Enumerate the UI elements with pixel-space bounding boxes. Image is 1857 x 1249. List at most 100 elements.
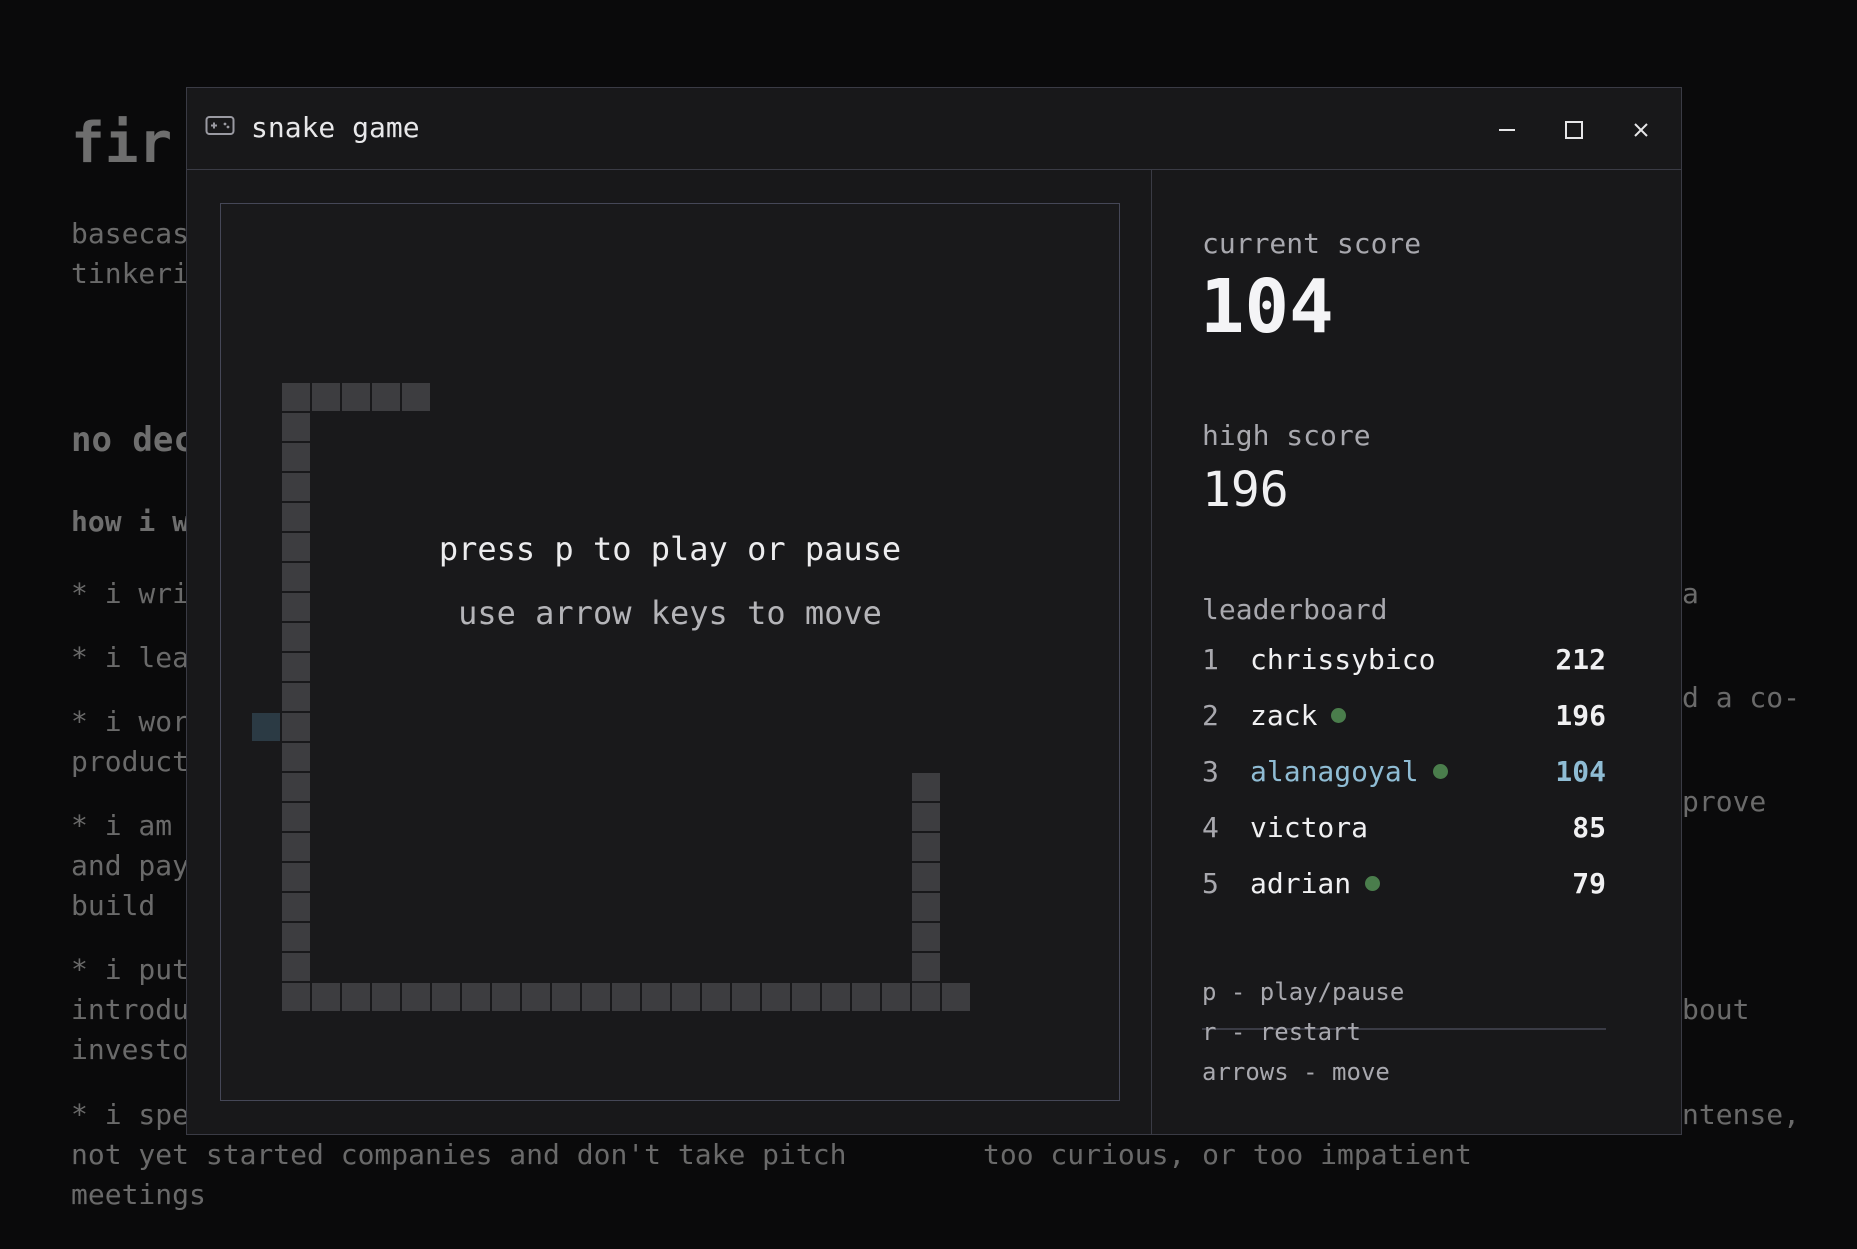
intro-text: basecas — [71, 217, 190, 250]
snake-segment — [312, 383, 340, 411]
right-column-text: ntense, — [1682, 1098, 1801, 1131]
leaderboard-player-name: victora — [1250, 811, 1369, 844]
list-item: not yet started companies and don't take… — [71, 1138, 847, 1171]
current-score-label: current score — [1202, 227, 1422, 260]
window-title: snake game — [251, 111, 420, 144]
snake-segment — [672, 983, 700, 1011]
snake-segment — [282, 773, 310, 801]
snake-segment — [702, 983, 730, 1011]
close-icon — [1631, 120, 1651, 140]
minimize-button[interactable] — [1485, 108, 1529, 152]
snake-segment — [282, 713, 310, 741]
snake-segment — [912, 983, 940, 1011]
snake-segment — [792, 983, 820, 1011]
high-score-value: 196 — [1202, 462, 1289, 518]
snake-segment — [282, 863, 310, 891]
high-score-label: high score — [1202, 419, 1371, 452]
online-status-dot — [1432, 763, 1448, 779]
snake-segment — [372, 383, 400, 411]
list-item: product — [71, 745, 190, 778]
leaderboard-rank: 3 — [1202, 755, 1219, 788]
leaderboard-row: 2 zack 196 — [1202, 696, 1606, 736]
snake-segment — [432, 983, 460, 1011]
snake-segment — [342, 383, 370, 411]
leaderboard-rank: 5 — [1202, 867, 1219, 900]
snake-segment — [912, 833, 940, 861]
snake-segment — [282, 983, 310, 1011]
leaderboard-player-name: adrian — [1250, 864, 1381, 904]
game-pane: press p to play or pause use arrow keys … — [187, 170, 1152, 1134]
list-item: and pay — [71, 849, 190, 882]
online-status-dot — [1331, 707, 1347, 723]
snake-segment — [282, 803, 310, 831]
leaderboard-score: 85 — [1572, 811, 1606, 844]
leaderboard-row: 5 adrian 79 — [1202, 864, 1606, 904]
list-item: * i spe — [71, 1098, 190, 1131]
snake-segment — [522, 983, 550, 1011]
snake-segment — [912, 953, 940, 981]
snake-segment — [282, 503, 310, 531]
snake-segment — [942, 983, 970, 1011]
help-restart: r - restart — [1202, 1018, 1361, 1046]
list-item: * i am — [71, 809, 173, 842]
snake-segment — [282, 533, 310, 561]
snake-segment — [282, 563, 310, 591]
window-titlebar[interactable]: snake game — [187, 88, 1681, 170]
snake-segment — [282, 443, 310, 471]
food-pellet — [252, 713, 280, 741]
help-play-pause: p - play/pause — [1202, 978, 1405, 1006]
snake-segment — [552, 983, 580, 1011]
list-item: meetings — [71, 1178, 206, 1211]
list-item: * i wri — [71, 577, 190, 610]
right-column-text: a — [1682, 577, 1699, 610]
snake-segment — [372, 983, 400, 1011]
leaderboard-rank: 1 — [1202, 643, 1219, 676]
right-column-text: too curious, or too impatient — [983, 1138, 1472, 1171]
leaderboard-player-name: chrissybico — [1250, 643, 1436, 676]
page-heading: fir — [71, 111, 173, 176]
snake-segment — [342, 983, 370, 1011]
snake-segment — [912, 773, 940, 801]
list-item: introdu — [71, 993, 190, 1026]
subsection-heading: how i w — [71, 505, 190, 538]
leaderboard-score: 212 — [1555, 643, 1606, 676]
right-column-text: bout — [1682, 993, 1750, 1026]
leaderboard-row-current-user: 3 alanagoyal 104 — [1202, 752, 1606, 792]
snake-segment — [882, 983, 910, 1011]
leaderboard-row: 4 victora 85 — [1202, 808, 1606, 848]
current-score-value: 104 — [1200, 264, 1334, 350]
snake-segment — [282, 683, 310, 711]
right-column-text: d a co- — [1682, 681, 1801, 714]
snake-segment — [282, 623, 310, 651]
leaderboard-player-name: zack — [1250, 696, 1347, 736]
snake-segment — [282, 413, 310, 441]
help-arrows: arrows - move — [1202, 1058, 1390, 1086]
list-item: * i lea — [71, 641, 190, 674]
snake-segment — [462, 983, 490, 1011]
snake-segment — [282, 473, 310, 501]
snake-segment — [762, 983, 790, 1011]
game-board[interactable]: press p to play or pause use arrow keys … — [220, 203, 1120, 1101]
play-pause-message: press p to play or pause — [438, 530, 902, 568]
list-item: * i put — [71, 953, 190, 986]
snake-segment — [312, 983, 340, 1011]
snake-segment — [282, 893, 310, 921]
close-button[interactable] — [1619, 108, 1663, 152]
snake-segment — [612, 983, 640, 1011]
leaderboard-row: 1 chrissybico 212 — [1202, 640, 1606, 680]
snake-segment — [822, 983, 850, 1011]
snake-segment — [402, 383, 430, 411]
snake-segment — [732, 983, 760, 1011]
list-item: * i wor — [71, 705, 190, 738]
snake-segment — [282, 923, 310, 951]
list-item: investo — [71, 1033, 190, 1066]
section-heading: no dec — [71, 420, 194, 460]
snake-segment — [912, 803, 940, 831]
snake-segment — [282, 593, 310, 621]
maximize-button[interactable] — [1552, 108, 1596, 152]
snake-segment — [642, 983, 670, 1011]
leaderboard-player-name: alanagoyal — [1250, 752, 1448, 792]
snake-segment — [282, 833, 310, 861]
snake-segment — [282, 653, 310, 681]
leaderboard-score: 196 — [1555, 699, 1606, 732]
